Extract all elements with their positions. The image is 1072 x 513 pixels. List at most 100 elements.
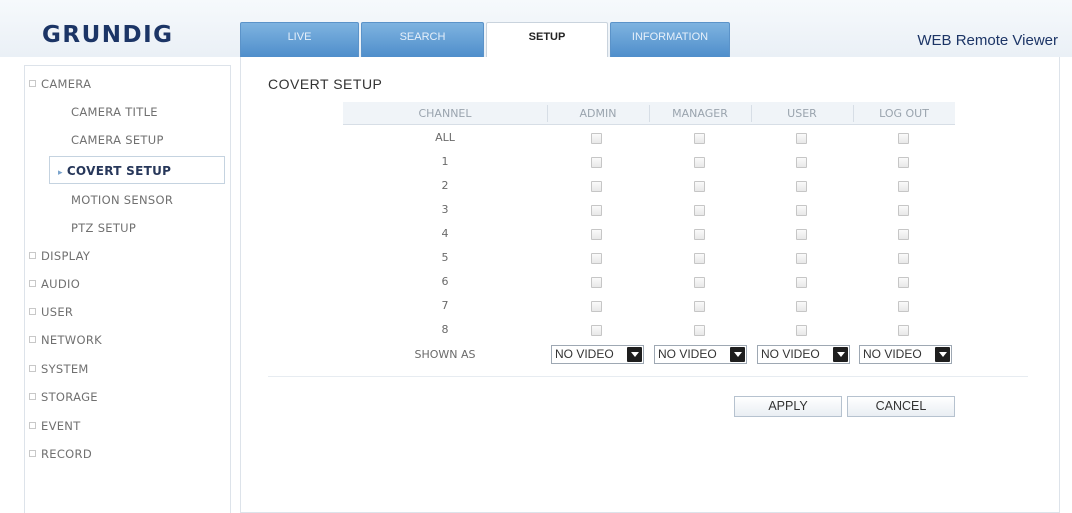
header-user: USER [787,107,817,120]
checkbox-manager[interactable] [694,253,705,264]
checkbox-user[interactable] [796,301,807,312]
channel-label: 4 [441,227,449,240]
table-row: 8 [343,319,955,343]
checkbox-user[interactable] [796,205,807,216]
expand-icon [29,336,36,343]
checkbox-admin[interactable] [591,205,602,216]
checkbox-admin[interactable] [591,229,602,240]
sidebar-item-user[interactable]: USER [25,298,230,326]
viewer-title: WEB Remote Viewer [917,32,1058,49]
channel-label: 2 [441,179,449,192]
header-admin: ADMIN [579,107,617,120]
channel-label: 6 [441,275,449,288]
tab-information[interactable]: INFORMATION [610,22,730,57]
expand-icon [29,308,36,315]
cancel-button[interactable]: CANCEL [847,396,955,417]
checkbox-admin[interactable] [591,181,602,192]
brand-logo: GRUNDIG [42,22,174,48]
table-row: 7 [343,295,955,319]
checkbox-manager[interactable] [694,157,705,168]
checkbox-manager[interactable] [694,181,705,192]
shown-as-label: SHOWN AS [414,348,476,361]
arrow-right-icon: ▸ [58,168,63,178]
sidebar-item-label: EVENT [41,419,81,433]
channel-label: 5 [441,251,449,264]
table-row: 5 [343,247,955,271]
checkbox-logout[interactable] [898,301,909,312]
channel-label: 8 [441,323,449,336]
chevron-down-icon [627,347,642,362]
sidebar-item-label: AUDIO [41,277,81,291]
sidebar-item-motion-sensor[interactable]: MOTION SENSOR [25,186,230,214]
sidebar-item-covert-setup[interactable]: ▸ COVERT SETUP [49,156,225,184]
checkbox-admin[interactable] [591,133,602,144]
sidebar-item-label: NETWORK [41,333,102,347]
channel-label: 1 [441,155,449,168]
select-value: NO VIDEO [658,347,717,361]
sidebar-item-network[interactable]: NETWORK [25,326,230,354]
tab-search[interactable]: SEARCH [361,22,484,57]
shown-as-select-logout[interactable]: NO VIDEO [859,345,952,364]
sidebar-item-storage[interactable]: STORAGE [25,383,230,411]
checkbox-manager[interactable] [694,325,705,336]
checkbox-logout[interactable] [898,133,909,144]
table-row: 1 [343,151,955,175]
sidebar-item-audio[interactable]: AUDIO [25,270,230,298]
checkbox-admin[interactable] [591,301,602,312]
sidebar-item-camera-setup[interactable]: CAMERA SETUP [25,126,230,154]
checkbox-user[interactable] [796,133,807,144]
sidebar-item-ptz-setup[interactable]: PTZ SETUP [25,214,230,242]
table-row: 3 [343,199,955,223]
sidebar-item-system[interactable]: SYSTEM [25,355,230,383]
expand-icon [29,252,36,259]
tab-live[interactable]: LIVE [240,22,359,57]
expand-icon [29,393,36,400]
checkbox-manager[interactable] [694,133,705,144]
select-value: NO VIDEO [555,347,614,361]
checkbox-logout[interactable] [898,157,909,168]
checkbox-logout[interactable] [898,253,909,264]
shown-as-select-admin[interactable]: NO VIDEO [551,345,644,364]
chevron-down-icon [935,347,950,362]
checkbox-logout[interactable] [898,277,909,288]
checkbox-admin[interactable] [591,277,602,288]
checkbox-user[interactable] [796,157,807,168]
checkbox-admin[interactable] [591,157,602,168]
sidebar-item-label: STORAGE [41,390,98,404]
table-row: 6 [343,271,955,295]
expand-icon [29,422,36,429]
sidebar-item-display[interactable]: DISPLAY [25,242,230,270]
checkbox-logout[interactable] [898,229,909,240]
sidebar-item-record[interactable]: RECORD [25,440,230,468]
checkbox-manager[interactable] [694,277,705,288]
table-row: 2 [343,175,955,199]
checkbox-logout[interactable] [898,181,909,192]
checkbox-logout[interactable] [898,325,909,336]
checkbox-admin[interactable] [591,325,602,336]
divider [268,376,1028,377]
checkbox-user[interactable] [796,181,807,192]
shown-as-select-user[interactable]: NO VIDEO [757,345,850,364]
checkbox-logout[interactable] [898,205,909,216]
checkbox-user[interactable] [796,229,807,240]
main-tabs: LIVE SEARCH SETUP INFORMATION [240,22,732,57]
checkbox-manager[interactable] [694,205,705,216]
header-manager: MANAGER [672,107,728,120]
checkbox-user[interactable] [796,277,807,288]
checkbox-user[interactable] [796,325,807,336]
sidebar-item-label: DISPLAY [41,249,91,263]
checkbox-manager[interactable] [694,301,705,312]
checkbox-user[interactable] [796,253,807,264]
shown-as-select-manager[interactable]: NO VIDEO [654,345,747,364]
sidebar-item-camera-title[interactable]: CAMERA TITLE [25,98,230,126]
tab-setup[interactable]: SETUP [486,22,608,57]
expand-icon [29,80,36,87]
header-channel: CHANNEL [418,107,472,120]
checkbox-admin[interactable] [591,253,602,264]
sidebar-item-camera[interactable]: CAMERA [25,70,230,98]
apply-button[interactable]: APPLY [734,396,842,417]
select-value: NO VIDEO [863,347,922,361]
checkbox-manager[interactable] [694,229,705,240]
sidebar-item-event[interactable]: EVENT [25,412,230,440]
table-header: CHANNEL ADMIN MANAGER USER LOG OUT [343,102,955,125]
